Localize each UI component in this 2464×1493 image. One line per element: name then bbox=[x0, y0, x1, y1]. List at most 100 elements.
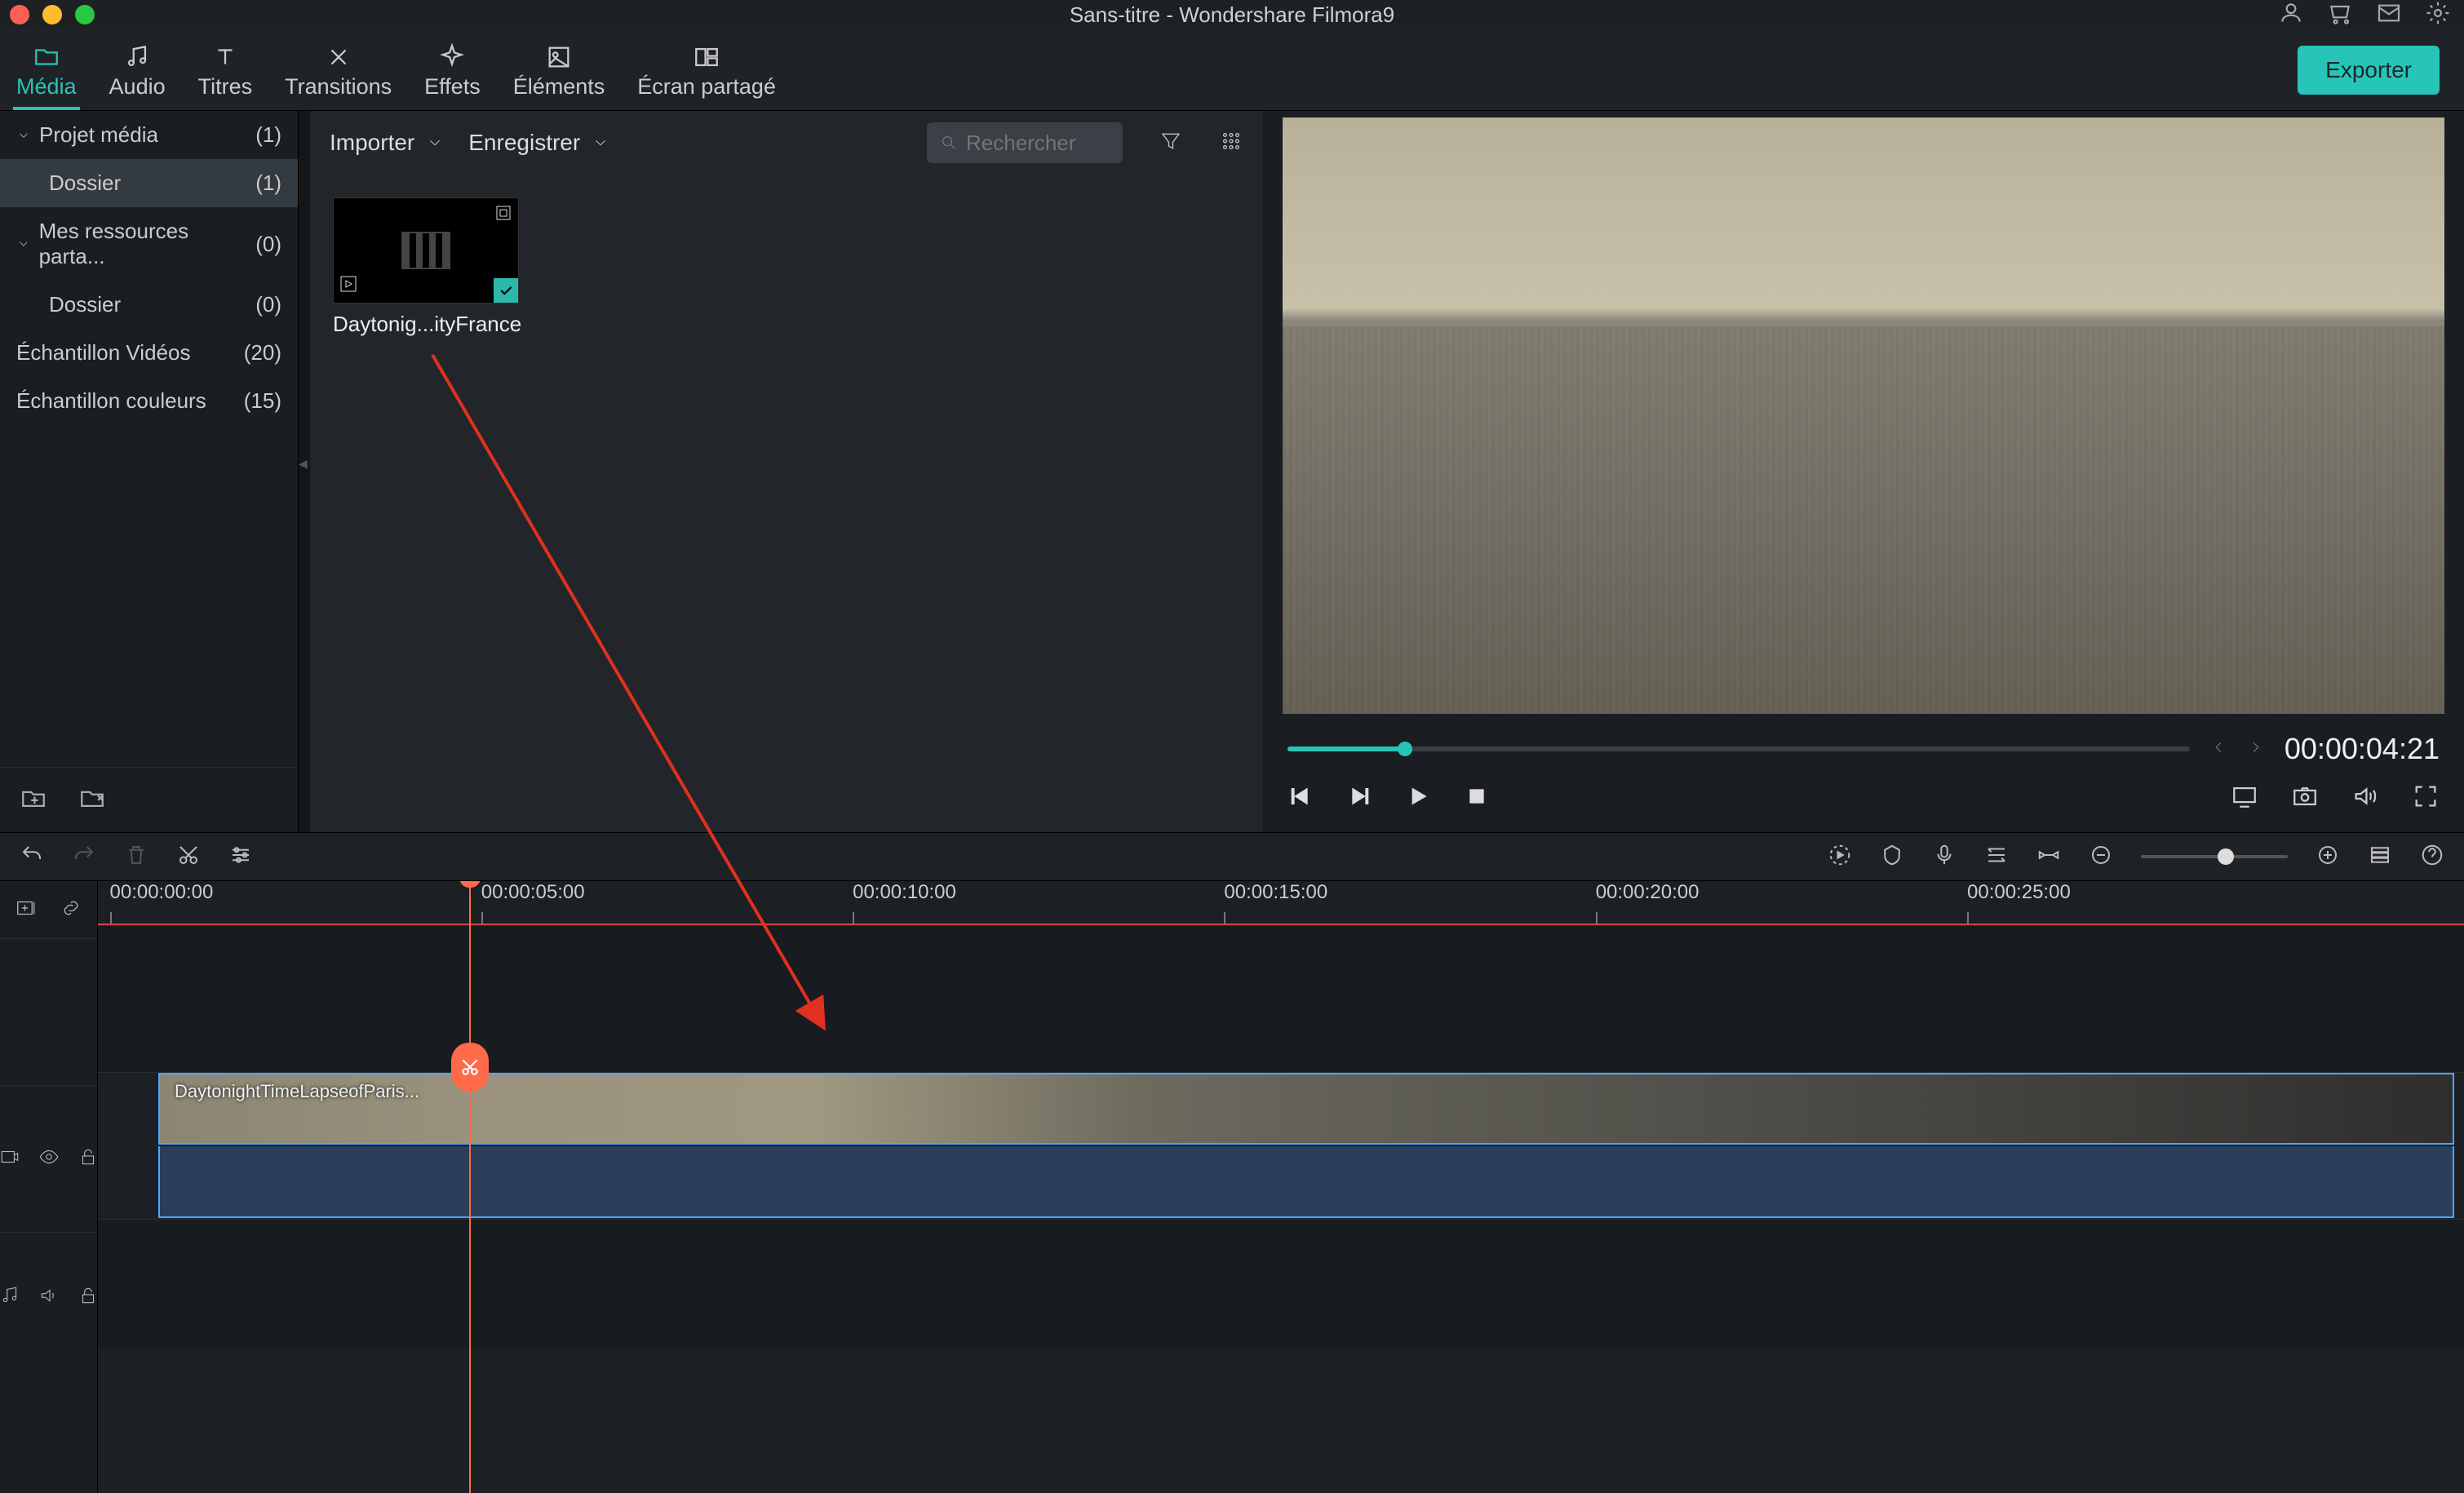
lock-audio-icon[interactable] bbox=[78, 1285, 99, 1310]
search-box[interactable] bbox=[927, 122, 1123, 163]
tab-ecran-label: Écran partagé bbox=[637, 74, 776, 100]
fit-icon[interactable] bbox=[2036, 843, 2061, 871]
filter-icon[interactable] bbox=[1159, 129, 1183, 157]
cut-icon[interactable] bbox=[176, 843, 201, 871]
voiceover-icon[interactable] bbox=[1932, 843, 1957, 871]
tab-titres[interactable]: Titres bbox=[182, 29, 269, 110]
track-manager-icon[interactable] bbox=[2368, 843, 2392, 871]
add-track-icon[interactable] bbox=[15, 896, 39, 924]
tab-transitions[interactable]: Transitions bbox=[268, 29, 408, 110]
adjust-icon[interactable] bbox=[228, 843, 253, 871]
close-window-button[interactable] bbox=[10, 5, 29, 24]
track-overlay[interactable] bbox=[98, 925, 2464, 1072]
clip-info-icon bbox=[494, 203, 513, 227]
track-header-audio bbox=[0, 1232, 97, 1362]
render-icon[interactable] bbox=[1828, 843, 1852, 871]
ruler-tick: 00:00:15:00 bbox=[1224, 881, 1327, 904]
track-video[interactable]: DaytonightTimeLapseofParis... bbox=[98, 1072, 2464, 1219]
volume-icon[interactable] bbox=[2351, 782, 2379, 814]
sidebar-item[interactable]: Dossier(1) bbox=[0, 159, 298, 207]
media-thumbnail[interactable]: Daytonig...ityFrance bbox=[333, 197, 519, 337]
tab-elements-label: Éléments bbox=[513, 74, 605, 100]
tab-titres-label: Titres bbox=[198, 74, 253, 100]
tab-audio-label: Audio bbox=[109, 74, 166, 100]
sidebar-resize-handle[interactable] bbox=[299, 111, 310, 832]
next-frame-icon[interactable] bbox=[2247, 738, 2265, 760]
seek-bar[interactable] bbox=[1287, 746, 2190, 751]
timecode: 00:00:04:21 bbox=[2285, 732, 2440, 766]
mail-icon[interactable] bbox=[2376, 0, 2402, 30]
sidebar-item[interactable]: Mes ressources parta...(0) bbox=[0, 207, 298, 281]
export-button[interactable]: Exporter bbox=[2298, 46, 2440, 95]
step-back-button[interactable] bbox=[1287, 783, 1314, 813]
settings-icon[interactable] bbox=[2425, 0, 2451, 30]
grid-view-icon[interactable] bbox=[1219, 129, 1243, 157]
record-label: Enregistrer bbox=[468, 130, 580, 156]
search-icon bbox=[940, 132, 958, 153]
timeline-tracks[interactable]: 00:00:00:0000:00:05:0000:00:10:0000:00:1… bbox=[98, 881, 2464, 1493]
snapshot-icon[interactable] bbox=[2291, 782, 2319, 814]
tab-media-label: Média bbox=[16, 74, 77, 100]
project-sidebar: Projet média(1)Dossier(1)Mes ressources … bbox=[0, 111, 299, 832]
timeline-ruler[interactable]: 00:00:00:0000:00:05:0000:00:10:0000:00:1… bbox=[98, 881, 2464, 925]
window-title: Sans-titre - Wondershare Filmora9 bbox=[1070, 2, 1394, 28]
track-audio[interactable] bbox=[98, 1219, 2464, 1349]
link-icon[interactable] bbox=[59, 896, 83, 924]
mute-icon[interactable] bbox=[38, 1285, 60, 1310]
marker-icon[interactable] bbox=[1880, 843, 1904, 871]
preview-viewport[interactable] bbox=[1283, 117, 2444, 714]
tab-transitions-label: Transitions bbox=[285, 74, 392, 100]
playhead[interactable] bbox=[469, 881, 471, 1493]
video-track-icon bbox=[0, 1146, 20, 1172]
titlebar: Sans-titre - Wondershare Filmora9 bbox=[0, 0, 2464, 29]
fullscreen-window-button[interactable] bbox=[75, 5, 95, 24]
search-input[interactable] bbox=[966, 131, 1110, 156]
record-button[interactable]: Enregistrer bbox=[468, 130, 609, 156]
used-check-icon bbox=[494, 278, 518, 303]
undo-icon[interactable] bbox=[20, 843, 44, 871]
tab-ecran-partage[interactable]: Écran partagé bbox=[621, 29, 792, 110]
sidebar-item[interactable]: Échantillon couleurs(15) bbox=[0, 377, 298, 425]
window-controls bbox=[10, 5, 95, 24]
new-folder-icon[interactable] bbox=[20, 784, 47, 816]
play-button[interactable] bbox=[1405, 783, 1431, 813]
account-icon[interactable] bbox=[2278, 0, 2304, 30]
sidebar-item[interactable]: Échantillon Vidéos(20) bbox=[0, 329, 298, 377]
tab-media[interactable]: Média bbox=[0, 29, 93, 110]
stop-button[interactable] bbox=[1464, 783, 1490, 813]
ruler-tick: 00:00:05:00 bbox=[481, 881, 585, 904]
clip-audio[interactable] bbox=[158, 1146, 2454, 1218]
delete-folder-icon[interactable] bbox=[78, 784, 106, 816]
timeline: 00:00:00:0000:00:05:0000:00:10:0000:00:1… bbox=[0, 881, 2464, 1493]
lock-icon[interactable] bbox=[78, 1146, 99, 1172]
delete-icon[interactable] bbox=[124, 843, 148, 871]
import-label: Importer bbox=[330, 130, 414, 156]
step-forward-button[interactable] bbox=[1346, 783, 1372, 813]
thumbnail-name: Daytonig...ityFrance bbox=[333, 312, 519, 337]
prev-frame-icon[interactable] bbox=[2209, 738, 2227, 760]
import-button[interactable]: Importer bbox=[330, 130, 444, 156]
zoom-out-icon[interactable] bbox=[2089, 843, 2113, 871]
mixer-icon[interactable] bbox=[1984, 843, 2009, 871]
tab-effets-label: Effets bbox=[424, 74, 481, 100]
tab-effets[interactable]: Effets bbox=[408, 29, 497, 110]
media-panel: Importer Enregistrer bbox=[310, 111, 1263, 832]
fullscreen-icon[interactable] bbox=[2412, 782, 2440, 814]
video-clip[interactable]: DaytonightTimeLapseofParis... bbox=[158, 1073, 2454, 1145]
render-preview-icon[interactable] bbox=[2231, 782, 2258, 814]
visibility-icon[interactable] bbox=[38, 1146, 60, 1172]
minimize-window-button[interactable] bbox=[42, 5, 62, 24]
tab-elements[interactable]: Éléments bbox=[497, 29, 622, 110]
sidebar-item[interactable]: Projet média(1) bbox=[0, 111, 298, 159]
sidebar-item[interactable]: Dossier(0) bbox=[0, 281, 298, 329]
zoom-in-icon[interactable] bbox=[2316, 843, 2340, 871]
tab-audio[interactable]: Audio bbox=[93, 29, 182, 110]
help-icon[interactable] bbox=[2420, 843, 2444, 871]
cart-icon[interactable] bbox=[2327, 0, 2353, 30]
redo-icon[interactable] bbox=[72, 843, 96, 871]
zoom-slider[interactable] bbox=[2141, 855, 2288, 858]
scissor-handle[interactable] bbox=[451, 1043, 489, 1092]
ruler-tick: 00:00:10:00 bbox=[853, 881, 956, 904]
track-header-empty bbox=[0, 938, 97, 1085]
add-clip-icon[interactable] bbox=[339, 274, 358, 298]
